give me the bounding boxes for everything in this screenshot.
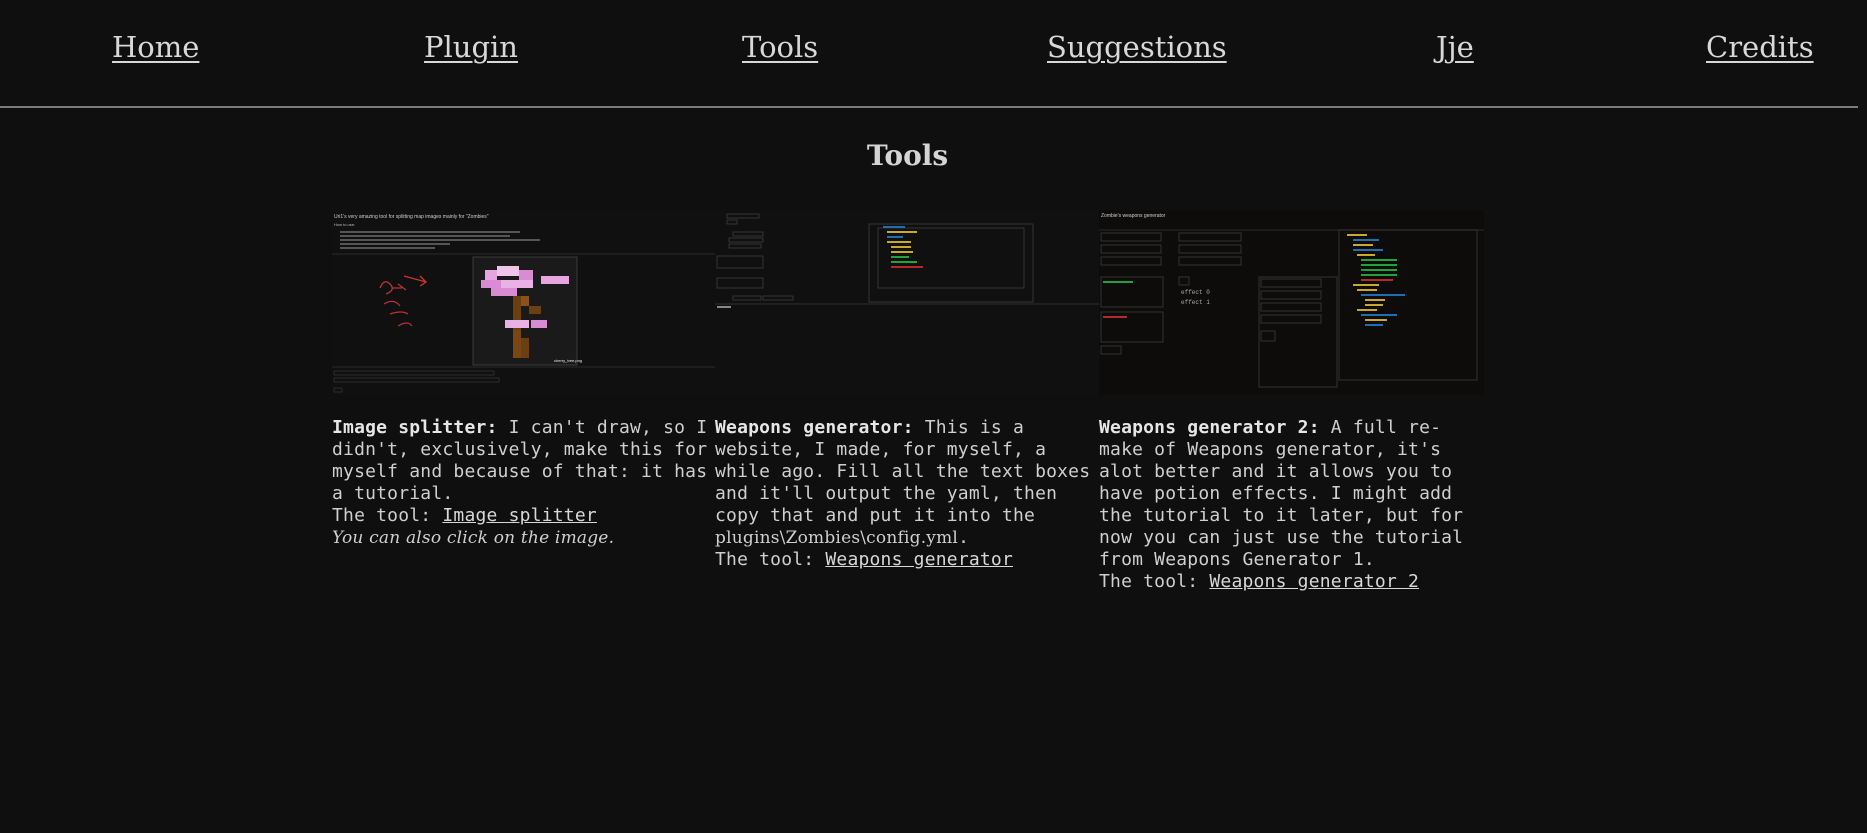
thumb-heading: Zombie's weapons generator bbox=[1101, 213, 1166, 219]
tool-name: Weapons generator: bbox=[715, 417, 914, 438]
svg-text:effect 1: effect 1 bbox=[1181, 299, 1210, 306]
nav-link-tools[interactable]: Tools bbox=[742, 30, 818, 64]
tool-description: A full re-make of Weapons generator, it'… bbox=[1099, 417, 1464, 570]
svg-text:effect 0: effect 0 bbox=[1181, 289, 1210, 296]
tool-link-prefix: The tool: bbox=[332, 505, 443, 526]
weapons-generator-link[interactable]: Weapons generator bbox=[825, 549, 1013, 570]
tool-link-prefix: The tool: bbox=[715, 549, 826, 570]
tool-note: You can also click on the image. bbox=[332, 528, 615, 548]
tool-name: Image splitter: bbox=[332, 417, 498, 438]
tool-name: Weapons generator 2: bbox=[1099, 417, 1320, 438]
page-title: Tools bbox=[866, 139, 949, 172]
tool-description-end: . bbox=[958, 527, 970, 548]
tool-card-image-splitter: Uri1's very amazing tool for splitting m… bbox=[332, 210, 717, 549]
thumb-subheading: How to use: bbox=[334, 222, 355, 227]
weapons-generator-screenshot[interactable] bbox=[715, 210, 1100, 395]
image-splitter-description: Image splitter: I can't draw, so I didn'… bbox=[332, 417, 717, 549]
top-navigation: Home Plugin Tools Suggestions Jje Credit… bbox=[0, 0, 1858, 108]
config-path: plugins\Zombies\config.yml bbox=[715, 528, 959, 548]
nav-link-jje[interactable]: Jje bbox=[1436, 30, 1474, 64]
tool-link-prefix: The tool: bbox=[1099, 571, 1210, 592]
nav-link-home[interactable]: Home bbox=[112, 30, 199, 64]
image-splitter-link[interactable]: Image splitter bbox=[442, 505, 597, 526]
image-splitter-screenshot[interactable]: Uri1's very amazing tool for splitting m… bbox=[332, 210, 717, 395]
nav-link-plugin[interactable]: Plugin bbox=[424, 30, 518, 64]
tool-card-weapons-generator: Weapons generator: This is a website, I … bbox=[715, 210, 1100, 571]
weapons-generator-2-screenshot[interactable]: Zombie's weapons generator effect 0 effe… bbox=[1099, 210, 1484, 395]
nav-link-suggestions[interactable]: Suggestions bbox=[1047, 30, 1227, 64]
weapons-generator-2-description: Weapons generator 2: A full re-make of W… bbox=[1099, 417, 1484, 593]
tool-card-weapons-generator-2: Zombie's weapons generator effect 0 effe… bbox=[1099, 210, 1484, 593]
thumb-heading: Uri1's very amazing tool for splitting m… bbox=[334, 214, 489, 220]
weapons-generator-2-link[interactable]: Weapons generator 2 bbox=[1209, 571, 1419, 592]
nav-link-credits[interactable]: Credits bbox=[1706, 30, 1814, 64]
thumb-file-label: cherry_tree.png bbox=[554, 358, 582, 363]
weapons-generator-description: Weapons generator: This is a website, I … bbox=[715, 417, 1100, 571]
